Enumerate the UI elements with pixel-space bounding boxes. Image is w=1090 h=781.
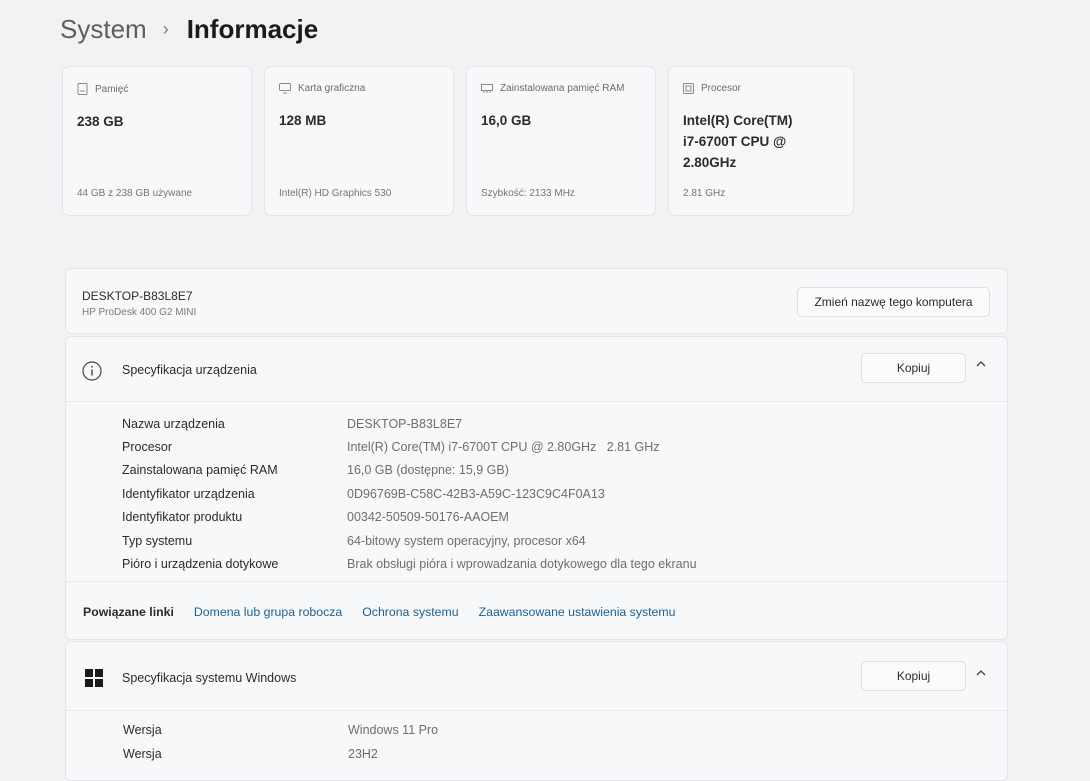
- tile-processor[interactable]: Procesor Intel(R) Core(TM) i7-6700T CPU …: [668, 66, 854, 216]
- ram-icon: [481, 84, 493, 93]
- tile-subtext: 2.81 GHz: [683, 188, 726, 199]
- spec-key: Identyfikator urządzenia: [122, 486, 255, 501]
- tile-value: Intel(R) Core(TM) i7-6700T CPU @ 2.80GHz: [683, 110, 839, 173]
- tile-value-line: 2.80GHz: [683, 155, 737, 170]
- spec-value: 23H2: [348, 747, 378, 761]
- spec-key: Typ systemu: [122, 533, 193, 548]
- tile-value: 128 MB: [279, 113, 327, 128]
- page-title: Informacje: [186, 14, 319, 44]
- chevron-up-icon[interactable]: [974, 359, 988, 369]
- tile-subtext: Szybkość: 2133 MHz: [481, 188, 575, 199]
- spec-value: 00342-50509-50176-AAOEM: [347, 510, 509, 525]
- breadcrumb: System › Informacje: [60, 14, 318, 45]
- tile-installed-ram[interactable]: Zainstalowana pamięć RAM 16,0 GB Szybkoś…: [466, 66, 656, 216]
- spec-row: Wersja 23H2: [123, 742, 438, 766]
- spec-value: 0D96769B-C58C-42B3-A59C-123C9C4F0A13: [347, 486, 605, 501]
- processor-icon: [683, 83, 694, 94]
- spec-key: Wersja: [123, 747, 162, 761]
- windows-specs-section: Specyfikacja systemu Windows Kopiuj Wers…: [65, 641, 1008, 781]
- windows-logo-icon: [85, 669, 103, 687]
- summary-tiles: Pamięć 238 GB 44 GB z 238 GB używane Kar…: [62, 66, 854, 216]
- spec-key: Zainstalowana pamięć RAM: [122, 463, 278, 478]
- related-links-label: Powiązane linki: [83, 605, 174, 619]
- windows-specs-header[interactable]: Specyfikacja systemu Windows Kopiuj: [66, 642, 1007, 711]
- copy-button[interactable]: Kopiuj: [861, 661, 966, 691]
- spec-key: Pióro i urządzenia dotykowe: [122, 557, 279, 572]
- tile-value-line: i7-6700T CPU @: [683, 134, 787, 149]
- spec-value: DESKTOP-B83L8E7: [347, 416, 463, 431]
- tile-subtext: 44 GB z 238 GB używane: [77, 188, 193, 199]
- spec-key: Wersja: [123, 723, 162, 737]
- spec-row: Pióro i urządzenia dotykowe Brak obsługi …: [122, 552, 697, 575]
- link-domain-workgroup[interactable]: Domena lub grupa robocza: [194, 605, 342, 619]
- tile-subtext: Intel(R) HD Graphics 530: [279, 188, 392, 199]
- spec-row: Identyfikator produktu 00342-50509-50176-…: [122, 506, 697, 529]
- spec-row: Nazwa urządzenia DESKTOP-B83L8E7: [122, 412, 697, 435]
- spec-value: Intel(R) Core(TM) i7-6700T CPU @ 2.80GHz…: [347, 440, 660, 455]
- windows-specs-list: Wersja Windows 11 Pro Wersja 23H2: [123, 718, 438, 766]
- section-title: Specyfikacja systemu Windows: [122, 671, 297, 685]
- section-title: Specyfikacja urządzenia: [122, 363, 257, 377]
- spec-value: Windows 11 Pro: [348, 723, 439, 737]
- link-system-protection[interactable]: Ochrona systemu: [362, 605, 458, 619]
- tile-value-line: Intel(R) Core(TM): [683, 113, 793, 128]
- tile-label: Pamięć: [95, 83, 129, 95]
- device-model: HP ProDesk 400 G2 MINI: [82, 307, 197, 318]
- device-specs-list: Nazwa urządzenia DESKTOP-B83L8E7 Procesor…: [122, 412, 697, 576]
- device-specs-section: Specyfikacja urządzenia Kopiuj Nazwa urz…: [65, 336, 1008, 640]
- spec-row: Procesor Intel(R) Core(TM) i7-6700T CPU @…: [122, 435, 697, 458]
- info-icon: [82, 361, 102, 381]
- device-specs-header[interactable]: Specyfikacja urządzenia Kopiuj: [66, 337, 1007, 402]
- tile-graphics-card[interactable]: Karta graficzna 128 MB Intel(R) HD Graph…: [264, 66, 454, 216]
- related-links-bar: Powiązane linki Domena lub grupa robocza…: [66, 581, 1007, 642]
- breadcrumb-parent[interactable]: System: [60, 14, 147, 45]
- spec-value: Brak obsługi pióra i wprowadzania dotyko…: [347, 557, 697, 572]
- tile-label: Procesor: [701, 83, 742, 94]
- spec-key: Procesor: [122, 440, 173, 455]
- spec-key: Identyfikator produktu: [122, 510, 243, 525]
- spec-row: Zainstalowana pamięć RAM 16,0 GB (dostępn…: [122, 459, 697, 482]
- spec-row: Typ systemu 64-bitowy system operacyjny, …: [122, 529, 697, 552]
- tile-storage[interactable]: Pamięć 238 GB 44 GB z 238 GB używane: [62, 66, 252, 216]
- storage-icon: [77, 83, 88, 95]
- device-name-card: DESKTOP-B83L8E7 HP ProDesk 400 G2 MINI Z…: [65, 268, 1008, 334]
- display-adapter-icon: [279, 83, 291, 94]
- spec-key: Nazwa urządzenia: [122, 416, 225, 431]
- tile-value: 238 GB: [77, 114, 124, 129]
- tile-label: Zainstalowana pamięć RAM: [500, 83, 625, 94]
- tile-value: 16,0 GB: [481, 113, 532, 128]
- link-advanced-system-settings[interactable]: Zaawansowane ustawienia systemu: [479, 605, 676, 619]
- spec-value: 64-bitowy system operacyjny, procesor x6…: [347, 533, 586, 548]
- breadcrumb-separator-icon: ›: [162, 19, 169, 39]
- spec-value: 16,0 GB (dostępne: 15,9 GB): [347, 463, 509, 478]
- tile-label: Karta graficzna: [298, 83, 366, 94]
- spec-row: Identyfikator urządzenia 0D96769B-C58C-42…: [122, 482, 697, 505]
- spec-row: Wersja Windows 11 Pro: [123, 718, 438, 742]
- device-name: DESKTOP-B83L8E7: [82, 289, 193, 303]
- chevron-up-icon[interactable]: [974, 668, 988, 678]
- copy-button[interactable]: Kopiuj: [861, 353, 966, 383]
- rename-pc-button[interactable]: Zmień nazwę tego komputera: [797, 287, 990, 317]
